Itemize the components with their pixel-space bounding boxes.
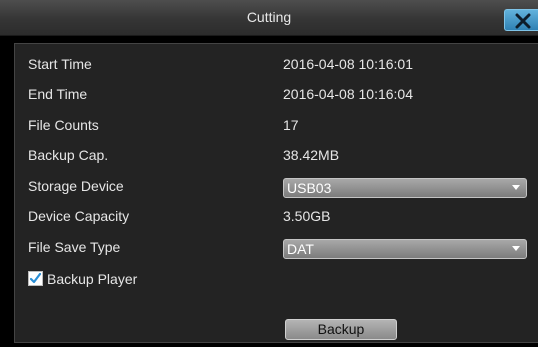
file-save-type-select[interactable]: DAT [283, 239, 527, 259]
chevron-down-icon [512, 185, 520, 190]
storage-device-label: Storage Device [28, 178, 124, 194]
device-capacity-label: Device Capacity [28, 208, 130, 224]
close-icon [515, 13, 531, 29]
device-capacity-row: Device Capacity 3.50GB [15, 201, 538, 231]
start-time-value: 2016-04-08 10:16:01 [283, 56, 413, 72]
backup-cap-label: Backup Cap. [28, 147, 109, 163]
storage-device-select[interactable]: USB03 [283, 178, 527, 198]
checkmark-icon [30, 273, 41, 284]
end-time-row: End Time 2016-04-08 10:16:04 [15, 79, 538, 109]
start-time-row: Start Time 2016-04-08 10:16:01 [15, 49, 538, 79]
file-counts-label: File Counts [28, 117, 99, 133]
backup-player-label[interactable]: Backup Player [47, 264, 137, 294]
device-capacity-value: 3.50GB [283, 208, 331, 224]
backup-cap-row: Backup Cap. 38.42MB [15, 140, 538, 170]
chevron-down-icon [512, 246, 520, 251]
file-counts-value: 17 [283, 117, 299, 133]
backup-player-checkbox[interactable] [28, 271, 43, 286]
storage-device-row: Storage Device USB03 [15, 171, 538, 201]
file-save-type-selected: DAT [287, 241, 314, 257]
backup-player-row: Backup Player [15, 264, 538, 294]
file-counts-row: File Counts 17 [15, 110, 538, 140]
form-panel: Start Time 2016-04-08 10:16:01 End Time … [14, 43, 538, 343]
storage-device-selected: USB03 [287, 180, 332, 196]
title-bar: Cutting [0, 0, 538, 36]
close-button[interactable] [504, 9, 538, 31]
cutting-dialog: Cutting Start Time 2016-04-08 10:16:01 E… [0, 0, 538, 347]
backup-button[interactable]: Backup [285, 319, 397, 340]
end-time-label: End Time [28, 86, 88, 102]
dialog-title: Cutting [246, 9, 292, 25]
end-time-value: 2016-04-08 10:16:04 [283, 86, 413, 102]
file-save-type-label: File Save Type [28, 239, 121, 255]
file-save-type-row: File Save Type DAT [15, 232, 538, 262]
start-time-label: Start Time [28, 56, 92, 72]
backup-cap-value: 38.42MB [283, 147, 340, 163]
